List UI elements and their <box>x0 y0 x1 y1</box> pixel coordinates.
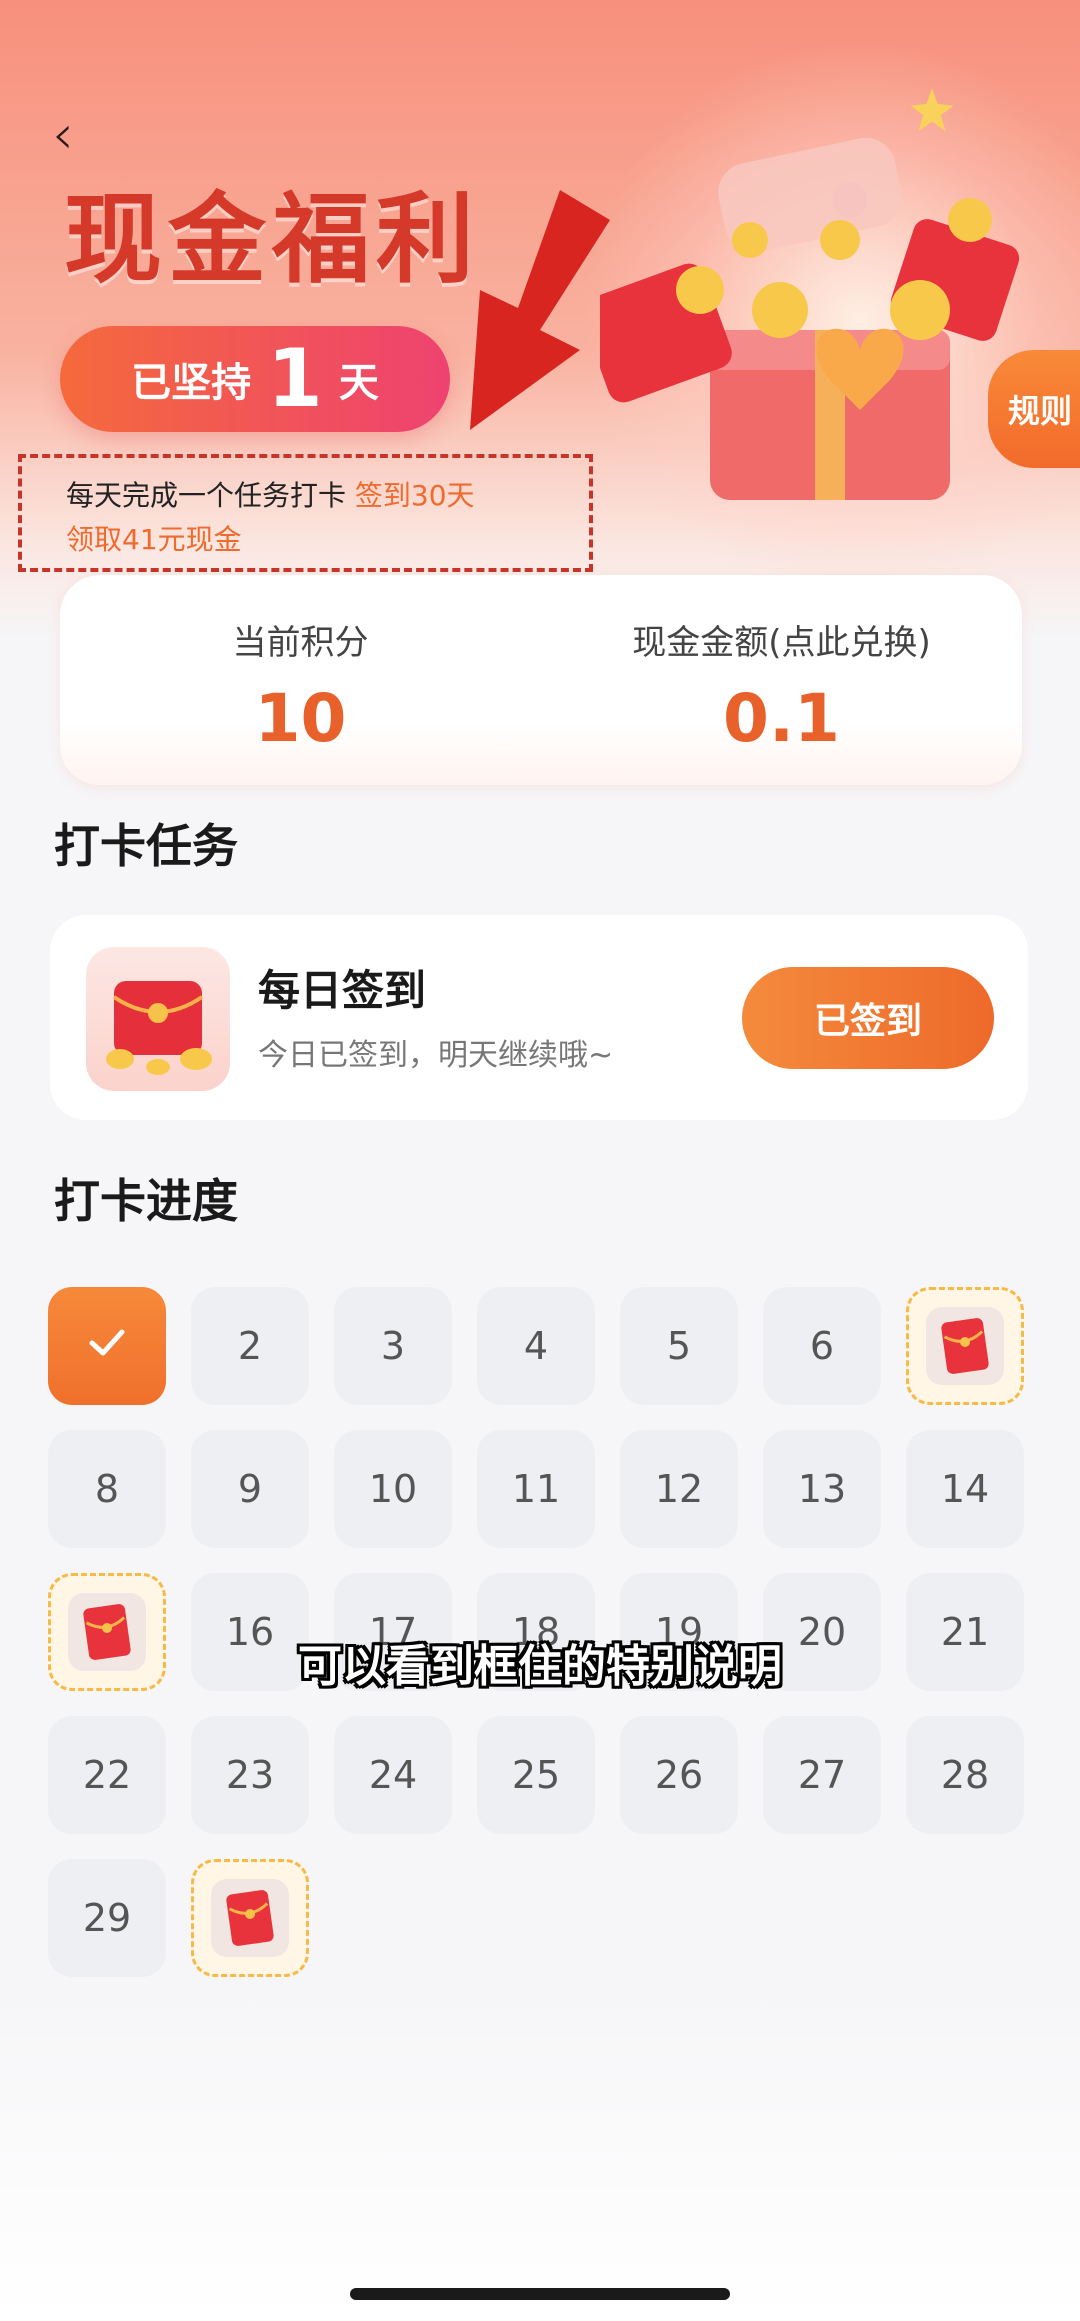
day-cell: 23 <box>191 1716 309 1834</box>
cash-label[interactable]: 现金金额(点此兑换) <box>541 615 1022 664</box>
progress-heading: 打卡进度 <box>54 1174 238 1228</box>
streak-suffix: 天 <box>338 360 379 406</box>
day-cell-bonus <box>191 1859 309 1977</box>
red-envelope-icon <box>211 1879 289 1957</box>
task-subtitle: 今日已签到，明天继续哦~ <box>258 1038 614 1073</box>
bottom-fade <box>0 1980 1080 2321</box>
day-number: 22 <box>82 1753 132 1797</box>
red-envelope-icon <box>926 1307 1004 1385</box>
cash-stat[interactable]: 现金金额(点此兑换) 0.1 <box>541 615 1022 757</box>
day-number: 26 <box>654 1753 704 1797</box>
day-cell: 4 <box>477 1287 595 1405</box>
daily-checkin-card: 每日签到 今日已签到，明天继续哦~ 已签到 <box>50 915 1028 1120</box>
special-note-box: 每天完成一个任务打卡 签到30天 领取41元现金 <box>18 454 593 572</box>
video-caption: 可以看到框住的特别说明 <box>298 1641 782 1692</box>
day-cell-bonus <box>906 1287 1024 1405</box>
day-number: 12 <box>654 1467 704 1511</box>
day-cell: 3 <box>334 1287 452 1405</box>
points-value: 10 <box>254 680 347 757</box>
note-highlight-2: 领取41元现金 <box>66 523 242 556</box>
day-cell: 8 <box>48 1430 166 1548</box>
day-cell: 26 <box>620 1716 738 1834</box>
day-cell: 11 <box>477 1430 595 1548</box>
day-number: 3 <box>380 1324 406 1368</box>
note-text: 每天完成一个任务打卡 <box>66 479 355 512</box>
day-cell: 14 <box>906 1430 1024 1548</box>
day-number: 4 <box>523 1324 549 1368</box>
streak-prefix: 已坚持 <box>131 360 252 406</box>
day-cell: 5 <box>620 1287 738 1405</box>
day-cell: 25 <box>477 1716 595 1834</box>
day-cell: 6 <box>763 1287 881 1405</box>
day-cell: 12 <box>620 1430 738 1548</box>
chevron-left-icon: ‹ <box>52 103 74 166</box>
day-cell: 22 <box>48 1716 166 1834</box>
day-number: 28 <box>940 1753 990 1797</box>
day-number: 14 <box>940 1467 990 1511</box>
day-number: 6 <box>809 1324 835 1368</box>
day-number: 13 <box>797 1467 847 1511</box>
red-envelope-icon <box>86 947 230 1091</box>
hero-banner: ‹ 现金福利 已坚持 1 天 每天完成一个任务打卡 签到30天 领取41元现金 … <box>0 0 1080 640</box>
day-cell: 28 <box>906 1716 1024 1834</box>
points-label: 当前积分 <box>232 623 369 663</box>
day-cell: 2 <box>191 1287 309 1405</box>
day-number: 23 <box>225 1753 275 1797</box>
day-number: 9 <box>237 1467 263 1511</box>
streak-days: 1 <box>267 332 323 425</box>
day-number: 8 <box>94 1467 120 1511</box>
day-cell: 27 <box>763 1716 881 1834</box>
cash-value[interactable]: 0.1 <box>541 680 1022 757</box>
day-cell: 29 <box>48 1859 166 1977</box>
rules-button[interactable]: 规则 <box>988 350 1080 468</box>
day-number: 10 <box>368 1467 418 1511</box>
day-cell-checked <box>48 1287 166 1405</box>
day-number: 2 <box>237 1324 263 1368</box>
day-number: 11 <box>511 1467 561 1511</box>
day-cell: 10 <box>334 1430 452 1548</box>
tasks-heading: 打卡任务 <box>54 819 238 873</box>
day-number: 27 <box>797 1753 847 1797</box>
checked-in-button[interactable]: 已签到 <box>742 967 994 1069</box>
points-stat: 当前积分 10 <box>60 615 541 757</box>
checkmark-icon <box>84 1319 130 1374</box>
gift-box-illustration <box>600 88 1020 500</box>
day-cell: 9 <box>191 1430 309 1548</box>
page-title: 现金福利 <box>64 183 481 297</box>
back-button[interactable]: ‹ <box>52 108 96 162</box>
note-highlight-1: 签到30天 <box>354 479 475 512</box>
stats-card: 当前积分 10 现金金额(点此兑换) 0.1 <box>60 575 1022 785</box>
day-number: 25 <box>511 1753 561 1797</box>
day-cell: 13 <box>763 1430 881 1548</box>
home-indicator[interactable] <box>350 2288 730 2300</box>
streak-badge: 已坚持 1 天 <box>60 326 450 432</box>
task-title: 每日签到 <box>258 966 427 1015</box>
day-number: 5 <box>666 1324 692 1368</box>
day-cell: 24 <box>334 1716 452 1834</box>
day-number: 29 <box>82 1896 132 1940</box>
day-number: 24 <box>368 1753 418 1797</box>
